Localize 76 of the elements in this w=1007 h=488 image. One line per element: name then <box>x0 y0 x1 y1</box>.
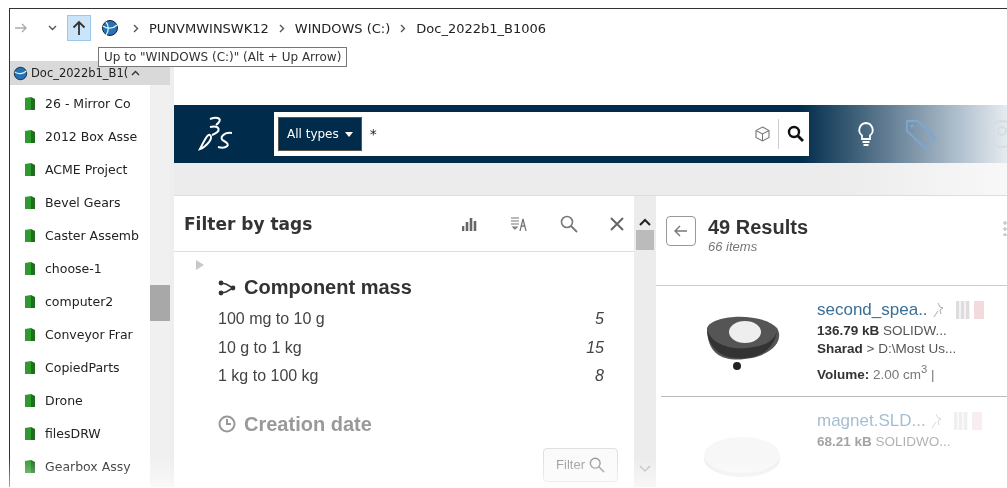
clock-icon <box>218 415 236 433</box>
up-button[interactable] <box>67 15 91 41</box>
folder-icon <box>24 162 36 177</box>
folder-item[interactable]: Gearbox Assy <box>10 450 150 483</box>
caret-icon <box>344 131 353 137</box>
chevron-icon <box>400 23 407 33</box>
folder-item[interactable]: computer2 <box>10 285 150 318</box>
lightbulb-icon[interactable] <box>857 121 875 147</box>
folder-icon <box>24 294 36 309</box>
panel-title: Filter by tags <box>184 213 314 234</box>
file-volume: Volume: 2.00 cm$^{3}$ | <box>817 363 936 382</box>
file-path: Sharad > D:\Most Us... <box>817 341 958 356</box>
folder-icon <box>24 261 36 276</box>
forward-icon[interactable] <box>14 22 28 34</box>
folder-item[interactable]: Caster Assemb <box>10 219 150 252</box>
nav-root-label: Doc_2022b1_B1( <box>31 66 129 80</box>
search-field[interactable]: All types * <box>274 112 809 156</box>
folder-icon <box>24 129 36 144</box>
sketch-icon <box>929 412 942 429</box>
back-button[interactable] <box>666 216 696 246</box>
chevron-icon <box>278 23 285 33</box>
range-label[interactable]: 100 mg to 10 g <box>218 310 325 329</box>
results-subtitle: 66 items <box>708 239 759 254</box>
range-count: 15 <box>586 338 604 357</box>
search-icon[interactable] <box>787 125 805 143</box>
range-label[interactable]: 1 kg to 100 kg <box>218 367 319 386</box>
sketch-icon <box>931 302 944 318</box>
group-header[interactable]: Component mass <box>218 276 604 299</box>
globe-icon <box>13 65 28 81</box>
folder-item[interactable]: filesDRW <box>10 417 150 450</box>
globe-icon <box>101 19 119 37</box>
folder-icon <box>24 327 36 342</box>
folder-icon <box>24 228 36 243</box>
scrollbar-thumb[interactable] <box>150 285 170 321</box>
file-name-link[interactable]: second_spea.. <box>817 300 928 320</box>
close-icon[interactable] <box>610 216 624 231</box>
chevron-icon <box>133 23 139 33</box>
badge-icon <box>973 301 984 319</box>
up-arrow-icon <box>72 20 86 36</box>
folder-item[interactable]: Drone <box>10 384 150 417</box>
branch-icon <box>218 279 236 296</box>
dropdown-icon[interactable] <box>48 25 57 31</box>
folder-icon <box>24 96 36 111</box>
bar-chart-icon[interactable] <box>462 216 478 231</box>
folder-icon <box>24 195 36 210</box>
caret-icon[interactable] <box>131 70 141 76</box>
folder-item[interactable]: Conveyor Frar <box>10 318 150 351</box>
file-size: 136.79 kB SOLIDW... <box>817 323 948 338</box>
file-size: 68.21 kB SOLIDWO... <box>817 433 952 449</box>
range-count: 5 <box>595 310 604 329</box>
results-title: 49 Results <box>708 216 809 239</box>
breadcrumb[interactable]: PUNVMWINSWK12 <box>149 20 269 36</box>
scroll-up-icon[interactable] <box>639 218 651 226</box>
folder-item[interactable]: 26 - Mirror Co <box>10 87 150 120</box>
folder-item[interactable]: 2012 Box Asse <box>10 120 150 153</box>
cube-icon[interactable] <box>755 126 770 142</box>
folder-item[interactable]: Bevel Gears <box>10 186 150 219</box>
breadcrumb[interactable]: Doc_2022b1_B1006 <box>416 20 546 36</box>
back-arrow-icon <box>674 225 688 237</box>
folder-item[interactable]: ACME Project <box>10 153 150 186</box>
folder-icon <box>24 459 36 474</box>
folder-item[interactable]: CopiedParts <box>10 351 150 384</box>
range-label[interactable]: 10 g to 1 kg <box>218 338 302 357</box>
folder-icon <box>24 393 36 408</box>
scrollbar-thumb[interactable] <box>636 230 654 250</box>
type-dropdown[interactable]: All types <box>278 117 362 151</box>
folder-icon <box>24 426 36 441</box>
folder-item[interactable]: choose-1 <box>10 252 150 285</box>
range-count: 8 <box>595 367 604 386</box>
search-value: * <box>369 126 378 142</box>
folder-icon <box>24 360 36 375</box>
sort-icon[interactable] <box>510 216 528 231</box>
tooltip: Up to "WINDOWS (C:)" (Alt + Up Arrow) <box>98 47 348 67</box>
badge-icon <box>955 301 970 319</box>
breadcrumb[interactable]: WINDOWS (C:) <box>294 20 391 36</box>
search-icon <box>589 456 605 473</box>
